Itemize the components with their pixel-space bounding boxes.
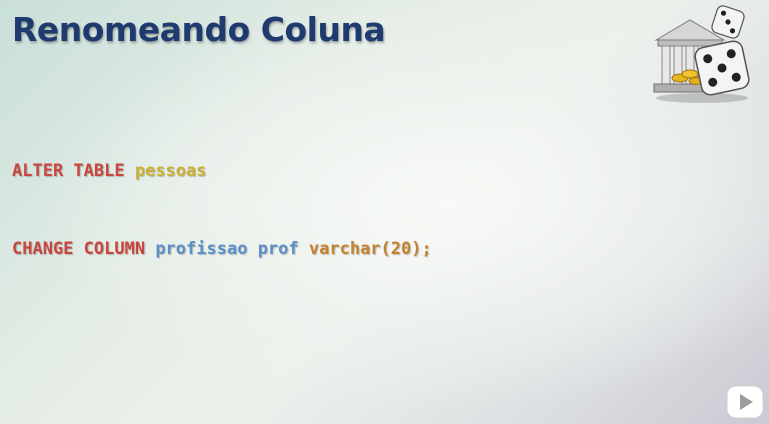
sql-table-name: pessoas xyxy=(134,161,207,181)
sql-column-type: varchar(20); xyxy=(308,239,432,259)
sql-keyword: CHANGE COLUMN xyxy=(12,239,146,259)
bank-dice-logo-icon xyxy=(650,4,754,104)
sql-new-column: prof xyxy=(257,239,299,259)
code-line-1: ALTER TABLE pessoas xyxy=(12,158,432,184)
sql-old-column: profissao xyxy=(155,239,248,259)
slide-title: Renomeando Coluna xyxy=(12,10,386,49)
sql-code-block: ALTER TABLE pessoas CHANGE COLUMN profis… xyxy=(12,106,432,314)
code-line-2: CHANGE COLUMN profissao prof varchar(20)… xyxy=(12,236,432,262)
slide: Renomeando Coluna ALTER TABLE pessoas CH… xyxy=(0,0,769,424)
play-button-icon[interactable] xyxy=(726,385,764,419)
sql-keyword: ALTER TABLE xyxy=(12,161,125,181)
